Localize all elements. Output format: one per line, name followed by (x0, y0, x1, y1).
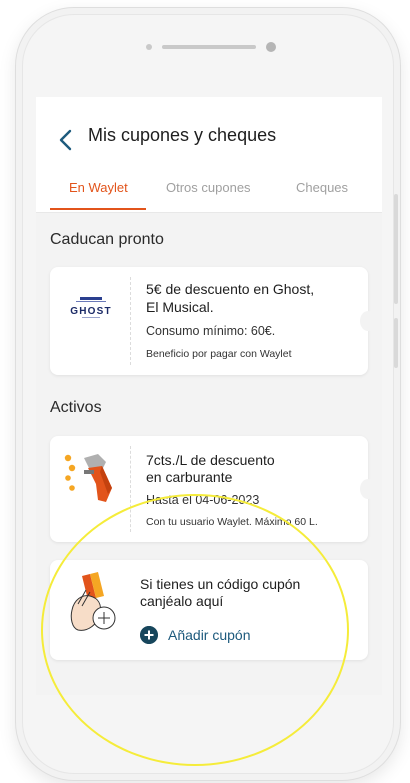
page-title: Mis cupones y cheques (88, 125, 277, 145)
coupon-note: Con tu usuario Waylet. Máximo 60 L. (146, 516, 318, 528)
coupon-title-line1: 5€ de descuento en Ghost, (146, 281, 315, 297)
app-header: Mis cupones y cheques En Waylet Otros cu… (36, 97, 382, 213)
app-screen: Mis cupones y cheques En Waylet Otros cu… (36, 97, 382, 695)
section-title-expiring: Caducan pronto (50, 231, 164, 248)
coupon-card-fuel[interactable]: 7cts./L de descuento en carburante Hasta… (50, 436, 376, 542)
card-notch (360, 311, 376, 331)
card-divider (130, 277, 131, 365)
phone-sensor (146, 44, 152, 50)
tab-bar: En Waylet Otros cupones Cheques (36, 180, 382, 213)
tab-otros-cupones[interactable]: Otros cupones (166, 180, 251, 195)
hand-with-coupon-icon (70, 572, 116, 631)
ghost-logo: GHOST (70, 297, 112, 318)
back-arrow-icon[interactable] (56, 129, 78, 151)
phone-side-button (394, 194, 398, 304)
add-coupon-label: Añadir cupón (168, 627, 251, 643)
coupon-condition: Consumo mínimo: 60€. (146, 324, 276, 338)
ghost-logo-text: GHOST (70, 306, 112, 317)
redeem-title-line2: canjéalo aquí (140, 593, 224, 609)
phone-camera (266, 42, 276, 52)
plus-icon (140, 626, 158, 644)
phone-speaker (162, 45, 256, 49)
coupon-title-line2: El Musical. (146, 299, 214, 315)
coupon-title-line1: 7cts./L de descuento (146, 452, 275, 468)
phone-side-button (394, 318, 398, 368)
divider (36, 212, 382, 213)
bottom-area (36, 695, 382, 775)
coupon-title-line2: en carburante (146, 469, 233, 485)
coupon-note: Beneficio por pagar con Waylet (146, 348, 292, 360)
fuel-nozzle-icon (64, 454, 112, 502)
tab-en-waylet[interactable]: En Waylet (69, 180, 128, 195)
redeem-code-card: Si tienes un código cupón canjéalo aquí … (50, 560, 368, 660)
section-title-active: Activos (50, 399, 102, 416)
active-tab-indicator (50, 208, 146, 210)
coupon-validity: Hasta el 04-06-2023 (146, 493, 260, 507)
redeem-title-line1: Si tienes un código cupón (140, 576, 301, 592)
tab-cheques[interactable]: Cheques (296, 180, 348, 195)
coupon-card-ghost[interactable]: GHOST 5€ de descuento en Ghost, El Music… (50, 267, 376, 375)
card-divider (130, 446, 131, 532)
card-notch (360, 479, 376, 499)
